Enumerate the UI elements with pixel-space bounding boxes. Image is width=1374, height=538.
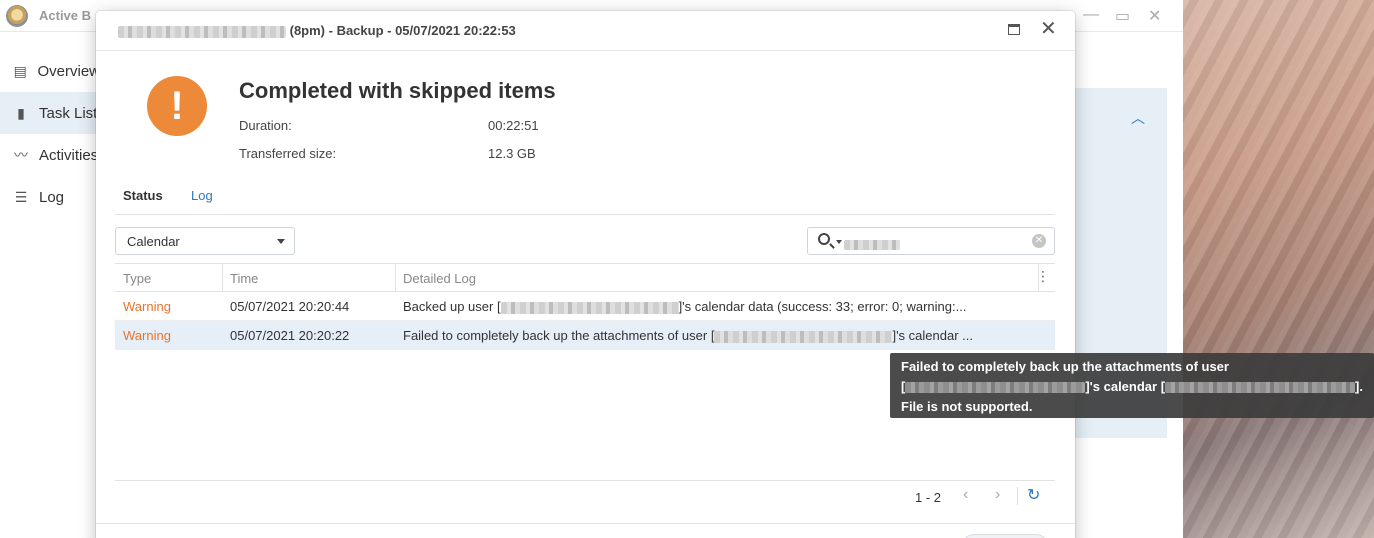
column-header-detailed-log[interactable]: Detailed Log bbox=[403, 271, 476, 286]
redacted-text bbox=[714, 330, 893, 343]
log-detail-tooltip: Failed to completely back up the attachm… bbox=[890, 353, 1374, 418]
duration-value: 00:22:51 bbox=[488, 118, 539, 133]
minimize-icon[interactable]: — bbox=[1083, 6, 1099, 24]
maximize-icon[interactable]: ▭ bbox=[1115, 6, 1130, 26]
transferred-size-label: Transferred size: bbox=[239, 146, 337, 161]
pagination-bar: 1 - 2 ‹ › ↻ bbox=[115, 480, 1055, 512]
sidebar-item-activities[interactable]: 〰 Activities bbox=[0, 134, 100, 176]
sidebar-item-overview[interactable]: ▤ Overview bbox=[0, 50, 100, 92]
column-header-type[interactable]: Type bbox=[123, 271, 151, 286]
tooltip-line-2: []'s calendar []. bbox=[901, 379, 1363, 394]
clear-search-icon[interactable]: ✕ bbox=[1032, 234, 1046, 248]
maximize-icon[interactable] bbox=[1008, 24, 1020, 35]
sidebar-item-task-list[interactable]: ▮ Task List bbox=[0, 92, 100, 134]
log-table: Type Time Detailed Log ⋮ Warning 05/07/2… bbox=[115, 263, 1055, 350]
search-options-icon[interactable] bbox=[836, 240, 842, 244]
row-detail: Backed up user []'s calendar data (succe… bbox=[403, 299, 967, 314]
redacted-text bbox=[1165, 382, 1356, 394]
tooltip-line-3: File is not supported. bbox=[901, 399, 1033, 414]
row-detail: Failed to completely back up the attachm… bbox=[403, 328, 973, 343]
activities-icon: 〰 bbox=[14, 147, 28, 163]
log-icon: ☰ bbox=[14, 188, 28, 205]
chevron-right-icon[interactable]: › bbox=[995, 486, 1000, 504]
dialog-header: (8pm) - Backup - 05/07/2021 20:22:53 ✕ bbox=[96, 11, 1075, 51]
log-type-filter[interactable]: Calendar bbox=[115, 227, 295, 255]
search-icon bbox=[818, 233, 830, 245]
sidebar-item-label: Activities bbox=[39, 146, 99, 164]
transferred-size-value: 12.3 GB bbox=[488, 146, 536, 161]
close-icon[interactable]: ✕ bbox=[1148, 6, 1161, 26]
refresh-icon[interactable]: ↻ bbox=[1027, 485, 1040, 505]
sidebar: ▤ Overview ▮ Task List 〰 Activities ☰ Lo… bbox=[0, 50, 100, 218]
sidebar-item-label: Overview bbox=[37, 62, 100, 80]
background-app-title: Active B bbox=[39, 8, 92, 23]
tab-bar: Status Log bbox=[115, 184, 1055, 215]
chevron-up-icon[interactable]: ︿ bbox=[1131, 108, 1145, 128]
tab-log[interactable]: Log bbox=[191, 188, 213, 203]
duration-label: Duration: bbox=[239, 118, 292, 133]
tooltip-line-1: Failed to completely back up the attachm… bbox=[901, 359, 1229, 374]
search-value bbox=[844, 236, 900, 251]
backup-result-dialog: (8pm) - Backup - 05/07/2021 20:22:53 ✕ !… bbox=[96, 11, 1075, 538]
close-icon[interactable]: ✕ bbox=[1040, 19, 1057, 39]
table-row[interactable]: Warning 05/07/2021 20:20:44 Backed up us… bbox=[115, 292, 1055, 321]
filter-value: Calendar bbox=[127, 234, 180, 249]
row-type: Warning bbox=[123, 328, 171, 343]
redacted-text bbox=[500, 301, 679, 314]
row-time: 05/07/2021 20:20:22 bbox=[230, 328, 350, 343]
dialog-footer bbox=[96, 523, 1075, 538]
sidebar-item-log[interactable]: ☰ Log bbox=[0, 176, 100, 218]
chevron-down-icon bbox=[277, 239, 285, 244]
dialog-title: (8pm) - Backup - 05/07/2021 20:22:53 bbox=[118, 23, 516, 38]
warning-status-icon: ! bbox=[147, 76, 207, 136]
tab-status[interactable]: Status bbox=[123, 188, 163, 203]
table-header: Type Time Detailed Log ⋮ bbox=[115, 263, 1055, 292]
task-list-icon: ▮ bbox=[17, 104, 25, 121]
row-time: 05/07/2021 20:20:44 bbox=[230, 299, 350, 314]
page-range: 1 - 2 bbox=[915, 490, 942, 505]
redacted-text bbox=[118, 25, 286, 38]
overview-icon: ▤ bbox=[13, 62, 27, 79]
sidebar-item-label: Task List bbox=[39, 104, 98, 122]
column-menu-icon[interactable]: ⋮ bbox=[1036, 269, 1050, 283]
table-row[interactable]: Warning 05/07/2021 20:20:22 Failed to co… bbox=[115, 321, 1055, 350]
close-button[interactable] bbox=[962, 534, 1048, 538]
chevron-left-icon[interactable]: ‹ bbox=[963, 486, 968, 504]
status-title: Completed with skipped items bbox=[239, 78, 556, 103]
app-logo-icon bbox=[6, 5, 28, 27]
redacted-text bbox=[905, 382, 1086, 394]
search-input[interactable]: ✕ bbox=[807, 227, 1055, 255]
column-header-time[interactable]: Time bbox=[230, 271, 258, 286]
desktop-wallpaper bbox=[1183, 0, 1374, 538]
sidebar-item-label: Log bbox=[39, 188, 65, 206]
row-type: Warning bbox=[123, 299, 171, 314]
